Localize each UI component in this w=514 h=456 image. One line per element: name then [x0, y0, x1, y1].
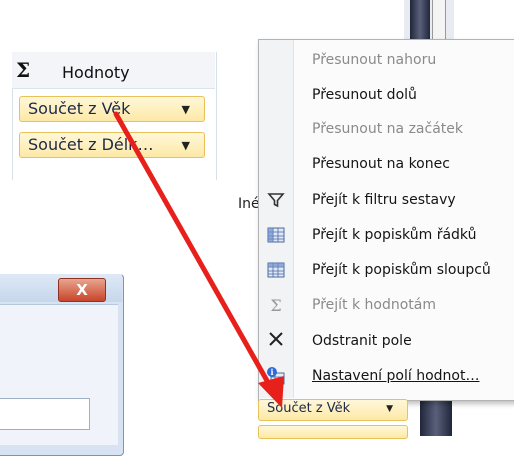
red-arrow-annotation	[113, 111, 284, 408]
